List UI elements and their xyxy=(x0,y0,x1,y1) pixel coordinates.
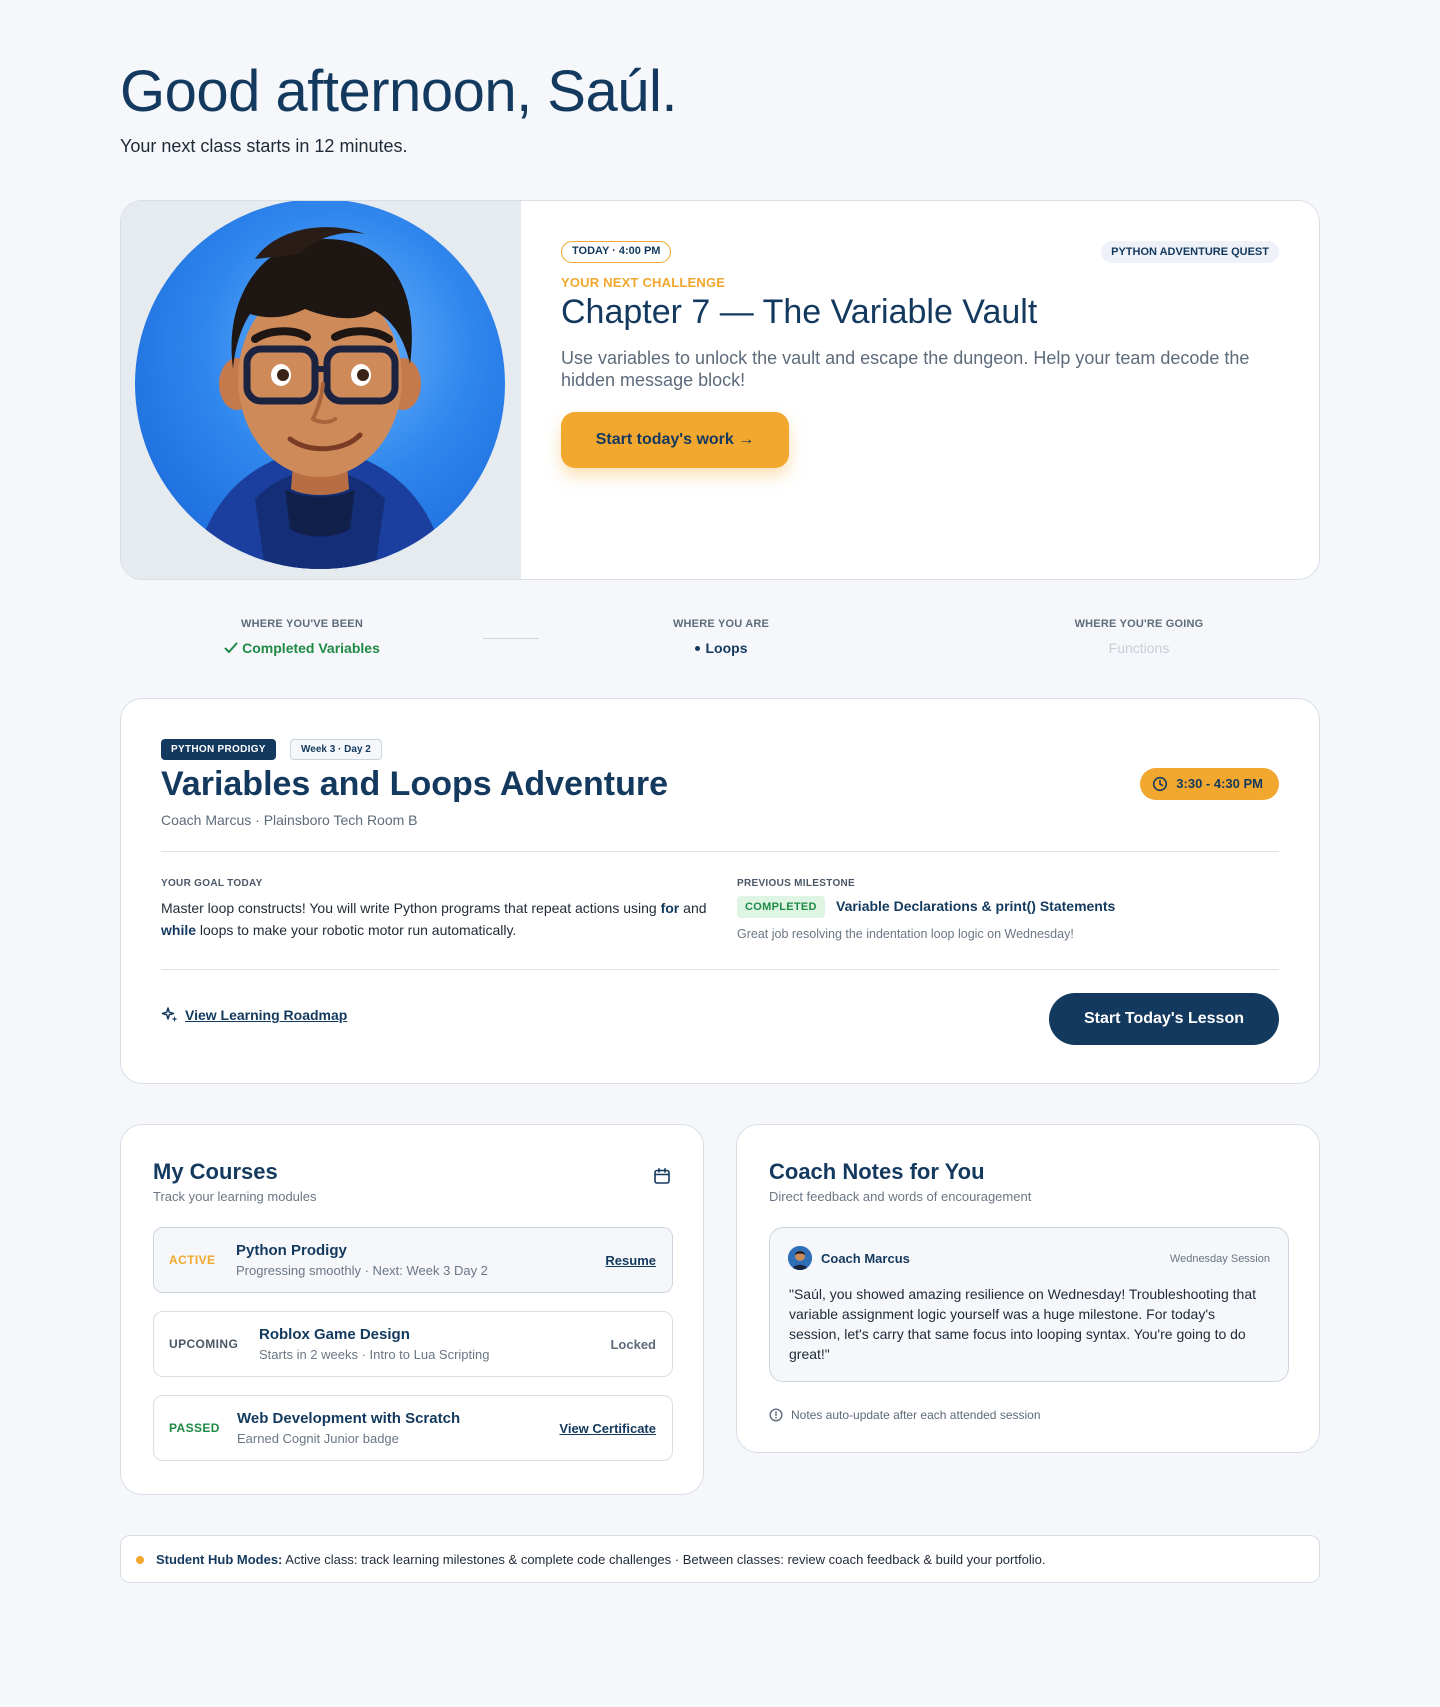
lesson-time-pill: 3:30 - 4:30 PM xyxy=(1140,768,1279,800)
divider xyxy=(161,851,1279,852)
courses-title: My Courses xyxy=(153,1159,278,1184)
student-avatar-illustration xyxy=(195,227,445,569)
checkmark-icon xyxy=(224,642,238,653)
student-avatar xyxy=(135,201,505,569)
view-certificate-link[interactable]: View Certificate xyxy=(559,1421,656,1436)
step-label: WHERE YOU'RE GOING xyxy=(1074,618,1204,630)
divider xyxy=(161,969,1279,970)
coach-name: Coach Marcus xyxy=(821,1251,910,1266)
course-row-web-development-scratch: PASSED Web Development with Scratch Earn… xyxy=(153,1395,673,1461)
locked-label: Locked xyxy=(610,1337,656,1352)
course-row-roblox-game-design: UPCOMING Roblox Game Design Starts in 2 … xyxy=(153,1311,673,1377)
goal-text: Master loop constructs! You will write P… xyxy=(161,900,707,938)
lesson-time-text: 3:30 - 4:30 PM xyxy=(1176,776,1263,791)
view-learning-roadmap-link[interactable]: View Learning Roadmap xyxy=(161,1007,347,1023)
step-where-youve-been: WHERE YOU'VE BEEN Completed Variables xyxy=(152,618,452,656)
coach-notes-subtitle: Direct feedback and words of encourageme… xyxy=(769,1189,1032,1204)
student-hub-modes-banner: Student Hub Modes: Active class: track l… xyxy=(120,1535,1320,1583)
milestone-note: Great job resolving the indentation loop… xyxy=(737,927,1074,941)
course-status-active: ACTIVE xyxy=(169,1253,216,1267)
info-icon xyxy=(769,1408,783,1422)
lesson-meta: Coach Marcus · Plainsboro Tech Room B xyxy=(161,812,418,828)
calendar-icon[interactable] xyxy=(653,1167,671,1185)
progress-connector xyxy=(483,638,539,639)
class-time-pill: TODAY · 4:00 PM xyxy=(561,241,672,263)
step-label: WHERE YOU ARE xyxy=(672,618,770,630)
coach-avatar xyxy=(788,1246,812,1270)
start-todays-work-button[interactable]: Start today's work → xyxy=(561,412,789,468)
course-desc: Starts in 2 weeks · Intro to Lua Scripti… xyxy=(259,1347,490,1362)
course-row-python-prodigy[interactable]: ACTIVE Python Prodigy Progressing smooth… xyxy=(153,1227,673,1293)
course-name: Web Development with Scratch xyxy=(237,1410,461,1427)
start-todays-lesson-button[interactable]: Start Today's Lesson xyxy=(1049,993,1279,1045)
next-challenge-card: TODAY · 4:00 PM PYTHON ADVENTURE QUEST Y… xyxy=(120,200,1320,580)
step-where-you-are: WHERE YOU ARE Loops xyxy=(571,618,871,656)
notes-footer-text: Notes auto-update after each attended se… xyxy=(791,1408,1041,1422)
my-courses-card: My Courses Track your learning modules A… xyxy=(120,1124,704,1495)
week-day-tag: Week 3 · Day 2 xyxy=(290,739,382,760)
completed-badge: COMPLETED xyxy=(737,896,825,918)
challenge-description: Use variables to unlock the vault and es… xyxy=(561,348,1250,390)
step-value-upcoming: Functions xyxy=(1108,640,1170,656)
coach-notes-title: Coach Notes for You xyxy=(769,1159,985,1184)
courses-subtitle: Track your learning modules xyxy=(153,1189,317,1204)
step-value-current: Loops xyxy=(571,640,871,656)
clock-icon xyxy=(1153,776,1168,792)
coach-notes-card: Coach Notes for You Direct feedback and … xyxy=(736,1124,1320,1453)
course-status-upcoming: UPCOMING xyxy=(169,1337,239,1351)
sparkle-icon xyxy=(161,1007,178,1022)
greeting-heading: Good afternoon, Saúl. xyxy=(120,59,678,124)
lesson-title: Variables and Loops Adventure xyxy=(161,765,668,803)
step-value-text: Loops xyxy=(705,640,748,656)
quest-pill: PYTHON ADVENTURE QUEST xyxy=(1101,241,1279,263)
step-value-text: Completed Variables xyxy=(242,640,380,656)
milestone-label: PREVIOUS MILESTONE xyxy=(737,878,856,889)
step-label: WHERE YOU'VE BEEN xyxy=(241,618,363,630)
coach-avatar-illustration xyxy=(788,1246,812,1270)
hero-avatar-panel xyxy=(121,201,521,579)
course-desc: Progressing smoothly · Next: Week 3 Day … xyxy=(236,1263,488,1278)
course-status-passed: PASSED xyxy=(169,1421,220,1435)
coach-note: Coach Marcus Wednesday Session "Saúl, yo… xyxy=(769,1227,1289,1382)
course-desc: Earned Cognit Junior badge xyxy=(237,1431,399,1446)
milestone-title: Variable Declarations & print() Statemen… xyxy=(836,898,1116,914)
challenge-title: Chapter 7 — The Variable Vault xyxy=(561,293,1038,331)
session-label: Wednesday Session xyxy=(1169,1253,1270,1265)
bullet-icon xyxy=(694,646,700,651)
next-class-subtitle: Your next class starts in 12 minutes. xyxy=(120,136,408,156)
learning-progress-strip: WHERE YOU'VE BEEN Completed Variables WH… xyxy=(120,618,1320,668)
step-value-completed: Completed Variables xyxy=(152,640,452,656)
course-name: Roblox Game Design xyxy=(259,1326,410,1343)
modes-text: Student Hub Modes: Active class: track l… xyxy=(156,1552,1046,1567)
goal-label: YOUR GOAL TODAY xyxy=(161,878,263,889)
todays-lesson-card: PYTHON PRODIGY Week 3 · Day 2 Variables … xyxy=(120,698,1320,1084)
coach-note-text: "Saúl, you showed amazing resilience on … xyxy=(789,1286,1256,1362)
next-challenge-eyebrow: YOUR NEXT CHALLENGE xyxy=(561,275,726,290)
roadmap-link-text: View Learning Roadmap xyxy=(185,1007,348,1023)
status-dot xyxy=(136,1556,144,1564)
notes-footer: Notes auto-update after each attended se… xyxy=(769,1408,1041,1422)
resume-link[interactable]: Resume xyxy=(605,1253,656,1268)
course-tag: PYTHON PRODIGY xyxy=(161,739,276,760)
step-where-youre-going: WHERE YOU'RE GOING Functions xyxy=(989,618,1289,656)
course-name: Python Prodigy xyxy=(236,1242,347,1259)
